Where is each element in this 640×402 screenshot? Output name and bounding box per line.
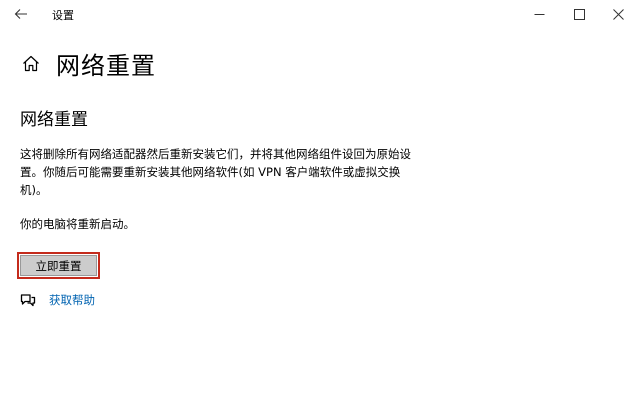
reset-button-highlight: 立即重置 — [17, 252, 100, 279]
section-title: 网络重置 — [20, 110, 88, 130]
minimize-button[interactable] — [524, 3, 554, 25]
title-bar: 设置 — [0, 0, 640, 30]
close-button[interactable] — [603, 3, 633, 25]
reset-now-button[interactable]: 立即重置 — [20, 255, 97, 276]
close-icon — [612, 8, 624, 20]
maximize-icon — [573, 8, 585, 20]
back-button[interactable] — [8, 3, 34, 25]
page-header: 网络重置 — [20, 46, 156, 80]
restart-note: 你的电脑将重新启动。 — [20, 217, 135, 231]
get-help-link[interactable]: 获取帮助 — [49, 292, 95, 308]
page-title: 网络重置 — [56, 51, 156, 80]
help-chat-icon — [20, 292, 36, 308]
window-title: 设置 — [52, 9, 74, 22]
maximize-button[interactable] — [564, 3, 594, 25]
minimize-icon — [534, 13, 544, 15]
back-arrow-icon — [14, 9, 27, 19]
reset-description: 这将删除所有网络适配器然后重新安装它们，并将其他网络组件设回为原始设置。你随后可… — [20, 147, 411, 197]
home-icon — [23, 55, 39, 71]
home-button[interactable] — [20, 52, 42, 74]
help-row[interactable]: 获取帮助 — [20, 292, 95, 308]
